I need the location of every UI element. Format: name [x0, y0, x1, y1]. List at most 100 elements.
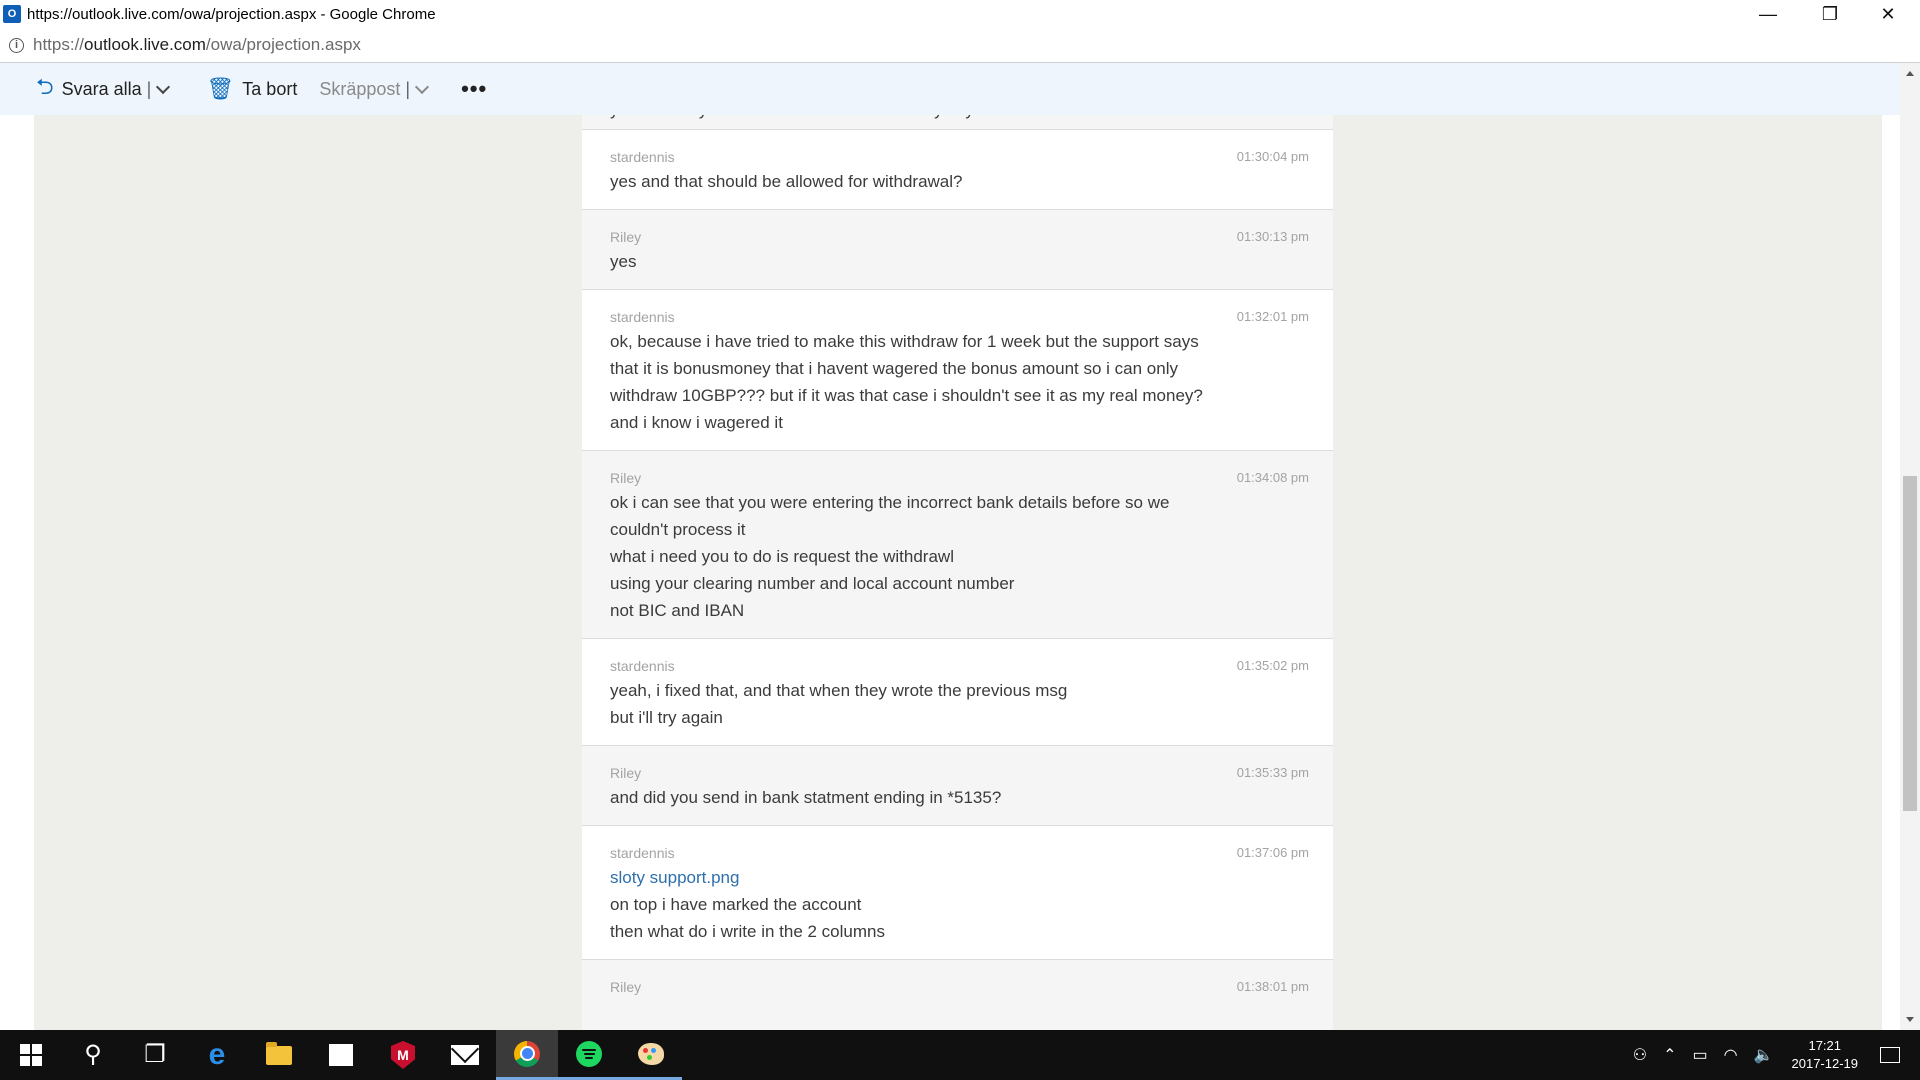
message-toolbar: ⮌ Svara alla | 🗑 Ta bort Skräppost | ••• — [0, 63, 1900, 115]
trash-icon: 🗑 — [206, 76, 235, 101]
chat-message: stardennis 01:35:02 pm yeah, i fixed tha… — [582, 639, 1333, 746]
chat-message: Riley 01:34:08 pm ok i can see that you … — [582, 451, 1333, 639]
chat-message: you currently have SEK 7000.18 real mone… — [582, 115, 1333, 130]
search-button[interactable]: ⚲ — [62, 1030, 124, 1080]
message-sender: Riley — [610, 765, 642, 781]
message-text: not BIC and IBAN — [610, 601, 745, 620]
right-margin-panel — [1333, 115, 1882, 1030]
windows-taskbar: ⚲ ❐ e M ⚇ ⌃ ▭ ◠ 🔈 17:21 2017-12-19 — [0, 1030, 1920, 1080]
message-sender: Riley — [610, 979, 642, 995]
message-sender: Riley — [610, 470, 642, 486]
outlook-icon: O — [3, 5, 21, 23]
vertical-scrollbar[interactable] — [1900, 63, 1920, 1030]
chat-message: Riley 01:38:01 pm — [582, 960, 1333, 1030]
mail-taskbar-button[interactable] — [434, 1030, 496, 1080]
message-sender: stardennis — [610, 149, 675, 165]
url-path: /owa/projection.aspx — [205, 35, 361, 54]
store-taskbar-button[interactable] — [310, 1030, 372, 1080]
spotify-icon — [576, 1040, 602, 1067]
window-title: https://outlook.live.com/owa/projection.… — [27, 5, 436, 23]
toolbar-separator: | — [405, 78, 411, 99]
restore-button[interactable]: ❐ — [1802, 0, 1858, 28]
message-text: and i know i wagered it — [610, 413, 783, 432]
toolbar-separator: | — [146, 78, 152, 99]
chevron-up-icon[interactable]: ⌃ — [1663, 1045, 1676, 1065]
more-options-button[interactable]: ••• — [461, 63, 487, 115]
message-time: 01:37:06 pm — [1236, 845, 1309, 860]
notification-center-icon[interactable] — [1880, 1047, 1900, 1063]
task-view-button[interactable]: ❐ — [124, 1030, 186, 1080]
url-text[interactable]: https://outlook.live.com/owa/projection.… — [33, 35, 361, 55]
chrome-taskbar-button[interactable] — [496, 1030, 558, 1080]
message-time: 01:30:04 pm — [1236, 149, 1309, 164]
message-text: couldn't process it — [610, 520, 746, 539]
junk-button[interactable]: Skräppost | — [319, 63, 433, 115]
chat-message: stardennis 01:30:04 pm yes and that shou… — [582, 130, 1333, 210]
url-host: outlook.live.com — [84, 35, 206, 54]
address-bar[interactable]: i https://outlook.live.com/owa/projectio… — [0, 28, 1920, 63]
taskbar-clock[interactable]: 17:21 2017-12-19 — [1792, 1037, 1859, 1073]
message-sender: stardennis — [610, 845, 675, 861]
message-text: using your clearing number and local acc… — [610, 574, 1015, 593]
chevron-down-icon[interactable] — [414, 79, 430, 95]
reading-pane: you currently have SEK 7000.18 real mone… — [0, 115, 1900, 1030]
store-icon — [329, 1044, 353, 1066]
people-icon[interactable]: ⚇ — [1633, 1045, 1647, 1065]
chevron-down-icon[interactable] — [156, 79, 171, 95]
message-time: 01:35:33 pm — [1236, 765, 1309, 780]
message-text: and did you send in bank statment ending… — [610, 788, 1002, 807]
close-button[interactable]: ✕ — [1860, 0, 1916, 28]
delete-label: Ta bort — [242, 78, 298, 99]
delete-button[interactable]: 🗑 Ta bort — [206, 63, 297, 115]
message-text: what i need you to do is request the wit… — [610, 547, 954, 566]
chat-message: Riley 01:30:13 pm yes — [582, 210, 1333, 290]
reply-all-button[interactable]: ⮌ Svara alla | — [36, 63, 174, 115]
info-icon[interactable]: i — [9, 37, 24, 53]
attachment-link[interactable]: sloty support.png — [610, 864, 1307, 891]
start-button[interactable] — [0, 1030, 62, 1080]
search-icon: ⚲ — [84, 1041, 102, 1068]
file-explorer-taskbar-button[interactable] — [248, 1030, 310, 1080]
mcafee-icon: M — [391, 1041, 415, 1069]
system-tray: ⚇ ⌃ ▭ ◠ 🔈 17:21 2017-12-19 — [1625, 1030, 1920, 1080]
task-view-icon: ❐ — [144, 1041, 166, 1068]
volume-icon[interactable]: 🔈 — [1754, 1045, 1774, 1065]
message-text: ok i can see that you were entering the … — [610, 493, 1170, 512]
paint-icon — [638, 1042, 664, 1065]
message-sender: stardennis — [610, 658, 675, 674]
message-text — [610, 998, 1307, 1025]
junk-label: Skräppost — [319, 78, 401, 99]
wifi-icon[interactable]: ◠ — [1724, 1045, 1738, 1065]
battery-icon[interactable]: ▭ — [1692, 1045, 1707, 1065]
message-time: 01:38:01 pm — [1236, 979, 1309, 994]
scroll-down-arrow-icon[interactable] — [1906, 1017, 1914, 1022]
message-text: but i'll try again — [610, 708, 723, 727]
chat-message: stardennis 01:32:01 pm ok, because i hav… — [582, 290, 1333, 451]
message-text: withdraw 10GBP??? but if it was that cas… — [610, 386, 1203, 405]
spotify-taskbar-button[interactable] — [558, 1030, 620, 1080]
message-text: then what do i write in the 2 columns — [610, 922, 885, 941]
message-time: 01:32:01 pm — [1236, 309, 1309, 324]
message-time: 01:30:13 pm — [1236, 229, 1309, 244]
edge-taskbar-button[interactable]: e — [186, 1030, 248, 1080]
left-margin-panel — [34, 115, 582, 1030]
message-text: yes — [610, 252, 637, 271]
scroll-up-arrow-icon[interactable] — [1906, 71, 1914, 76]
paint-taskbar-button[interactable] — [620, 1030, 682, 1080]
edge-icon: e — [208, 1038, 226, 1071]
chat-transcript: you currently have SEK 7000.18 real mone… — [582, 115, 1333, 1030]
mcafee-taskbar-button[interactable]: M — [372, 1030, 434, 1080]
message-sender: Riley — [610, 229, 642, 245]
scrollbar-thumb[interactable] — [1903, 476, 1917, 811]
window-titlebar: O https://outlook.live.com/owa/projectio… — [0, 0, 1920, 28]
clock-time: 17:21 — [1808, 1038, 1842, 1053]
reply-all-icon: ⮌ — [36, 74, 54, 99]
windows-logo-icon — [20, 1044, 42, 1066]
chat-message: Riley 01:35:33 pm and did you send in ba… — [582, 746, 1333, 826]
message-text: on top i have marked the account — [610, 895, 862, 914]
message-text: yes and that should be allowed for withd… — [610, 172, 963, 191]
message-text: that it is bonusmoney that i havent wage… — [610, 359, 1178, 378]
url-scheme: https:// — [33, 35, 85, 54]
minimize-button[interactable]: — — [1740, 0, 1796, 28]
clock-date: 2017-12-19 — [1791, 1056, 1859, 1071]
